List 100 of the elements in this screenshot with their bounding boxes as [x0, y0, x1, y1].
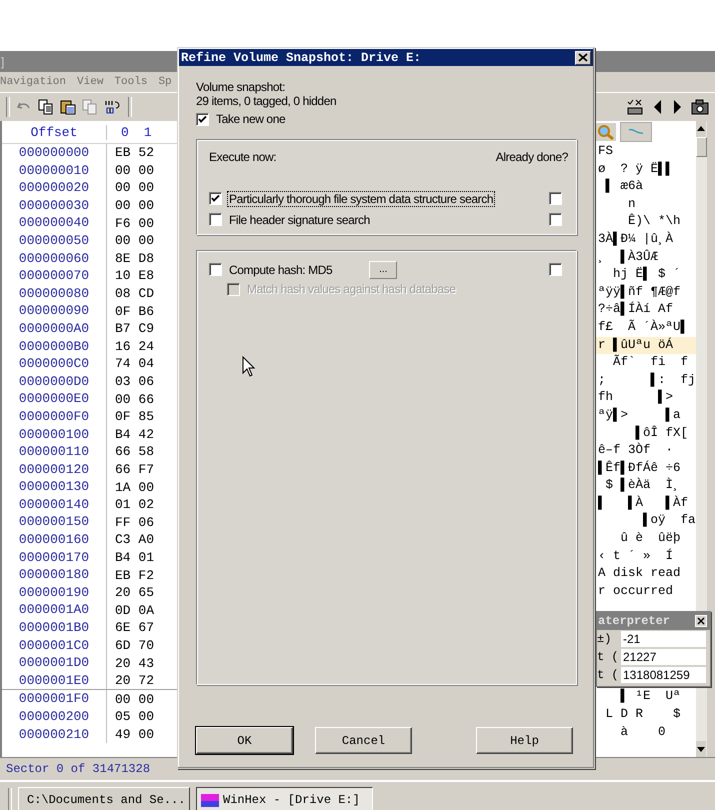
checkbox[interactable]	[549, 192, 562, 205]
checkbox-label[interactable]: Particularly thorough file system data structure search	[228, 192, 494, 206]
offset-cell: 000000140	[2, 496, 107, 514]
hex-cell-text: 20 43	[114, 656, 154, 671]
offset-cell: 000000020	[2, 179, 107, 197]
section-heading: Execute now:	[209, 150, 276, 164]
hex-cell-text: 74 04	[114, 356, 154, 372]
checkbox[interactable]	[209, 213, 222, 226]
checkbox[interactable]	[196, 112, 209, 126]
checkbox-label[interactable]: Compute hash: MD5	[228, 262, 334, 276]
checkbox[interactable]	[209, 263, 222, 276]
value-field[interactable]: -21	[621, 631, 706, 647]
value-field[interactable]: 1318081259	[621, 667, 706, 683]
offset-cell: 000000030	[2, 196, 107, 214]
camera-icon[interactable]	[691, 99, 709, 115]
offset-cell: 000000040	[2, 214, 107, 232]
text-cell-text: ªÿ▌> ▌a	[597, 408, 681, 422]
hex-cell-text: FF 06	[114, 514, 154, 530]
offset-cell: 0000001D0	[2, 654, 107, 672]
value-field[interactable]: 21227	[621, 649, 706, 665]
close-icon	[578, 53, 588, 62]
hex-cell-text: 16 24	[114, 338, 154, 354]
text-cell-text: ê–f 3Òf ·	[597, 443, 674, 458]
text-cell-text: Ê)\ *\h	[627, 214, 681, 228]
offset-cell: 000000160	[2, 531, 107, 549]
offset-cell: 000000080	[2, 284, 107, 302]
scroll-up-icon[interactable]	[696, 121, 706, 137]
text-cell-text: ▌ æ6à	[604, 179, 644, 194]
paste-icon[interactable]	[60, 99, 76, 115]
checkbox-label[interactable]: File header signature search	[228, 212, 371, 226]
field-label: t (	[597, 668, 620, 682]
text-cell-text: fh ▌>	[597, 390, 674, 404]
offset-cell: 000000150	[2, 513, 107, 532]
offset-cell: 000000130	[2, 478, 107, 496]
hex-cell-text: B4 01	[114, 550, 154, 565]
offset-cell: 000000000	[2, 144, 107, 162]
hex-cell-text: 49 00	[114, 726, 154, 742]
checklist-icon[interactable]	[626, 98, 644, 116]
text-cell-text: A disk read	[597, 566, 681, 580]
dialog-button[interactable]: Help	[476, 727, 573, 754]
hex-cell-text: 00 00	[114, 233, 154, 248]
text-cell-text: ; ▌: fj	[597, 372, 696, 387]
hex-cell-text: 20 65	[114, 585, 154, 600]
text-cell-text: L D R $	[604, 707, 681, 721]
close-icon[interactable]	[695, 615, 707, 627]
checkbox[interactable]	[209, 192, 222, 205]
text-cell-text: $ ▌èÀä Ì¸	[604, 478, 681, 492]
offset-cell: 0000001A0	[2, 601, 107, 620]
taskbar-button[interactable]: WinHex - [Drive E:]	[196, 787, 373, 810]
offset-cell: 000000060	[2, 250, 107, 268]
scroll-thumb[interactable]	[696, 137, 707, 157]
hex-cell-text: 01 02	[114, 497, 154, 512]
offset-cell: 0000000F0	[2, 408, 107, 426]
checkbox[interactable]	[549, 213, 562, 226]
section-heading: Already done?	[496, 150, 568, 164]
offset-cell: 000000120	[2, 460, 107, 478]
forward-arrow-icon[interactable]	[672, 99, 682, 115]
offset-cell: 0000000E0	[2, 390, 107, 408]
offset-cell: 000000010	[2, 162, 107, 180]
snapshot-label: Volume snapshot:	[196, 80, 286, 94]
hex-cell-text: 08 CD	[114, 286, 154, 302]
hex-cell-text: 00 00	[114, 180, 154, 196]
text-cell-text: 3À▌Ð¼ |û¸À	[597, 232, 674, 246]
offset-cell: 000000050	[2, 232, 107, 250]
text-cell-text: ‹ t ´ » Í	[597, 548, 674, 563]
checkbox-label[interactable]: Take new one	[215, 112, 286, 126]
dialog-title: Refine Volume Snapshot: Drive E:	[181, 50, 422, 64]
offset-cell: 000000180	[2, 566, 107, 584]
status-text: Sector 0 of 31471328	[5, 762, 150, 776]
offset-cell: 0000001F0	[2, 690, 107, 708]
hex-cell-text: 00 00	[114, 198, 154, 214]
hex-cell-text: EB 52	[114, 145, 154, 160]
browse-button[interactable]: ...	[369, 260, 398, 278]
back-arrow-icon[interactable]	[653, 99, 663, 115]
hex-cell-text: 00 00	[114, 162, 154, 178]
copy-icon[interactable]	[38, 99, 54, 115]
dialog-button[interactable]: OK	[196, 727, 293, 754]
taskbar-button[interactable]: C:\Documents and Se...	[18, 787, 190, 810]
hex-cell-text: 00 00	[114, 692, 154, 707]
text-cell-text: ø ? ÿ Ë▌▌	[597, 162, 674, 176]
offset-cell: 0000000C0	[2, 355, 107, 373]
close-button[interactable]	[575, 50, 591, 64]
binary-icon[interactable]	[104, 99, 122, 115]
offset-cell: 0000001C0	[2, 636, 107, 654]
offset-cell: 000000200	[2, 708, 107, 726]
column-header: 1	[144, 124, 152, 140]
scroll-down-icon[interactable]	[696, 741, 706, 757]
hex-cell-text: 8E D8	[114, 250, 154, 266]
hex-cell-text: 66 58	[114, 444, 154, 460]
checkbox[interactable]	[549, 263, 562, 276]
hex-cell-text: 0F B6	[114, 304, 154, 319]
hex-cell-text: 1A 00	[114, 480, 154, 495]
dialog-button[interactable]: Cancel	[315, 727, 412, 754]
text-cell-text: n	[627, 196, 636, 211]
text-cell-text: FS	[597, 144, 614, 158]
offset-cell: 000000110	[2, 443, 107, 461]
hex-cell-text: F6 00	[114, 216, 154, 231]
text-cell-text: f£ Ã ´À»ªU▌	[597, 320, 688, 334]
field-label: ±)	[597, 632, 612, 646]
text-cell-text: r ▌ûUªu öÁ	[597, 338, 674, 352]
